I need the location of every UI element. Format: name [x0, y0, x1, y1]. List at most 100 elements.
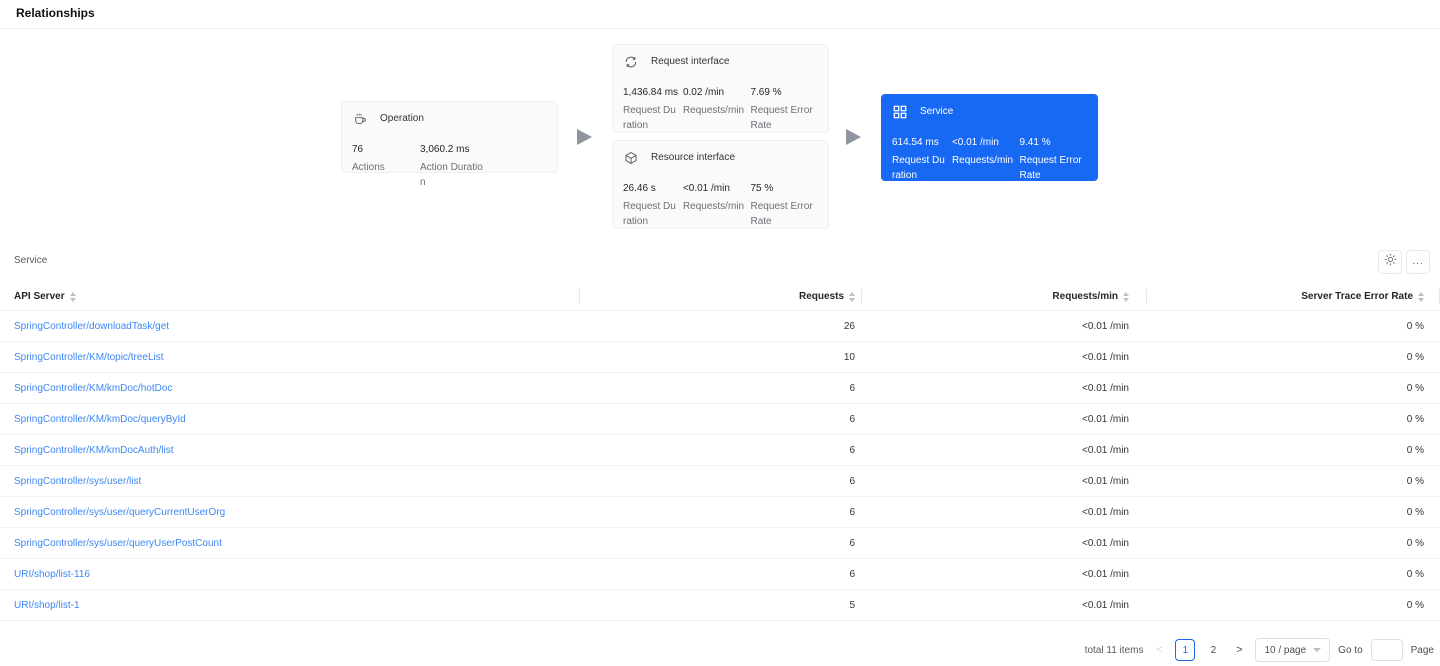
requests-cell: 6	[849, 382, 855, 394]
metric-value: <0.01 /min	[682, 183, 730, 194]
requests-cell: 5	[849, 599, 855, 611]
divider	[0, 28, 1440, 29]
pagination: total 11 items < 1 2 > 10 / page Go to P…	[1085, 637, 1434, 663]
metric: 0.02 /min Requests/min	[683, 86, 751, 133]
api-server-link[interactable]: SpringController/KM/kmDoc/hotDoc	[14, 383, 172, 394]
requests-per-min-cell: <0.01 /min	[1082, 413, 1129, 425]
node-title: Request interface	[651, 56, 730, 67]
table-settings-button[interactable]	[1378, 250, 1402, 274]
column-header-label: Requests	[798, 291, 844, 302]
requests-per-min-cell: <0.01 /min	[1082, 382, 1129, 394]
prev-page-button[interactable]: <	[1151, 644, 1167, 656]
error-rate-cell: 0 %	[1406, 568, 1424, 580]
metric-label: Request Error Rate	[1019, 155, 1082, 181]
requests-cell: 6	[849, 568, 855, 580]
coffee-icon	[352, 111, 368, 127]
requests-per-min-cell: <0.01 /min	[1082, 475, 1129, 487]
requests-cell: 6	[849, 506, 855, 518]
error-rate-cell: 0 %	[1406, 413, 1424, 425]
metric: 614.54 ms Request Duration	[892, 136, 952, 183]
requests-per-min-cell: <0.01 /min	[1082, 537, 1129, 549]
cube-icon	[623, 150, 639, 166]
column-header-api-server[interactable]: API Server	[0, 283, 580, 310]
requests-per-min-cell: <0.01 /min	[1082, 320, 1129, 332]
table-row: SpringController/sys/user/list 6 <0.01 /…	[0, 466, 1440, 497]
requests-cell: 26	[843, 320, 855, 332]
pagination-total: total 11 items	[1084, 644, 1144, 656]
api-server-link[interactable]: URI/shop/list-116	[14, 569, 90, 580]
page-size-select[interactable]: 10 / page	[1255, 638, 1331, 662]
error-rate-cell: 0 %	[1406, 351, 1424, 363]
requests-cell: 6	[849, 475, 855, 487]
gear-icon	[1384, 253, 1397, 271]
goto-page-input[interactable]	[1370, 639, 1403, 661]
api-server-link[interactable]: SpringController/sys/user/queryUserPostC…	[14, 538, 222, 549]
column-header-requests-per-min[interactable]: Requests/min	[862, 283, 1147, 310]
api-server-link[interactable]: SpringController/downloadTask/get	[14, 321, 169, 332]
table-row: SpringController/sys/user/queryCurrentUs…	[0, 497, 1440, 528]
metric: 26.46 s Request Duration	[623, 182, 683, 229]
metric-value: 7.69 %	[750, 87, 782, 98]
api-server-link[interactable]: SpringController/KM/topic/treeList	[14, 352, 164, 363]
metric-label: Actions	[352, 162, 385, 173]
metric-label: Requests/min	[682, 201, 745, 212]
sort-icon	[1418, 291, 1424, 302]
api-server-link[interactable]: SpringController/KM/kmDocAuth/list	[14, 445, 174, 456]
node-title: Service	[920, 106, 954, 117]
error-rate-cell: 0 %	[1406, 320, 1424, 332]
api-server-link[interactable]: SpringController/sys/user/queryCurrentUs…	[14, 507, 225, 518]
api-server-link[interactable]: SpringController/KM/kmDoc/queryById	[14, 414, 186, 425]
page-label: Page	[1410, 644, 1434, 656]
page-number-1[interactable]: 1	[1175, 639, 1196, 661]
column-header-requests[interactable]: Requests	[580, 283, 862, 310]
metric: 9.41 % Request Error Rate	[1019, 136, 1087, 183]
node-resource-interface[interactable]: Resource interface 26.46 s Request Durat…	[612, 140, 829, 229]
next-page-button[interactable]: >	[1231, 644, 1247, 656]
column-header-label: Server Trace Error Rate	[1301, 291, 1413, 302]
requests-per-min-cell: <0.01 /min	[1082, 568, 1129, 580]
node-request-interface[interactable]: Request interface 1,436.84 ms Request Du…	[612, 44, 829, 133]
node-operation[interactable]: Operation 76 Actions 3,060.2 ms Action D…	[341, 101, 558, 188]
requests-per-min-cell: <0.01 /min	[1082, 506, 1129, 518]
metric-value: 614.54 ms	[892, 137, 939, 148]
table-row: URI/shop/list-1 5 <0.01 /min 0 %	[0, 590, 1440, 621]
metric-label: Request Error Rate	[750, 105, 813, 131]
table-row: SpringController/KM/kmDocAuth/list 6 <0.…	[0, 435, 1440, 466]
page-number-2[interactable]: 2	[1203, 639, 1223, 661]
chevron-down-icon	[1313, 648, 1322, 652]
grid-icon	[892, 104, 908, 120]
metric-label: Requests/min	[951, 155, 1014, 166]
metric-label: Request Duration	[892, 155, 945, 181]
metric-label: Requests/min	[682, 105, 745, 116]
ellipsis-icon: ...	[1412, 256, 1424, 267]
sort-icon	[849, 291, 855, 302]
node-service-selected[interactable]: Service 614.54 ms Request Duration <0.01…	[881, 94, 1098, 181]
metric: 7.69 % Request Error Rate	[750, 86, 818, 133]
metric-value: 0.02 /min	[682, 87, 725, 98]
api-server-link[interactable]: URI/shop/list-1	[14, 600, 80, 611]
metric-value: 26.46 s	[623, 183, 656, 194]
column-header-label: API Server	[14, 291, 65, 302]
table-row: SpringController/downloadTask/get 26 <0.…	[0, 311, 1440, 342]
sort-icon	[1123, 291, 1129, 302]
error-rate-cell: 0 %	[1406, 444, 1424, 456]
table-header-row: API Server Requests Requests/min Server …	[0, 283, 1440, 311]
column-header-server-trace-error-rate[interactable]: Server Trace Error Rate	[1147, 283, 1440, 310]
table-more-button[interactable]: ...	[1406, 250, 1430, 274]
error-rate-cell: 0 %	[1406, 475, 1424, 487]
table-row: SpringController/KM/kmDoc/queryById 6 <0…	[0, 404, 1440, 435]
page-size-value: 10 / page	[1264, 644, 1307, 656]
column-header-label: Requests/min	[1052, 291, 1118, 302]
goto-label: Go to	[1338, 644, 1363, 656]
error-rate-cell: 0 %	[1406, 382, 1424, 394]
metric-label: Request Duration	[623, 105, 676, 131]
requests-cell: 6	[849, 444, 855, 456]
api-server-link[interactable]: SpringController/sys/user/list	[14, 476, 141, 487]
metric: <0.01 /min Requests/min	[952, 136, 1020, 183]
metric: 75 % Request Error Rate	[750, 182, 818, 229]
table-body: SpringController/downloadTask/get 26 <0.…	[0, 311, 1440, 621]
metric-value: 9.41 %	[1019, 137, 1051, 148]
error-rate-cell: 0 %	[1406, 537, 1424, 549]
requests-cell: 6	[849, 413, 855, 425]
metric-label: Action Duration	[420, 162, 483, 188]
